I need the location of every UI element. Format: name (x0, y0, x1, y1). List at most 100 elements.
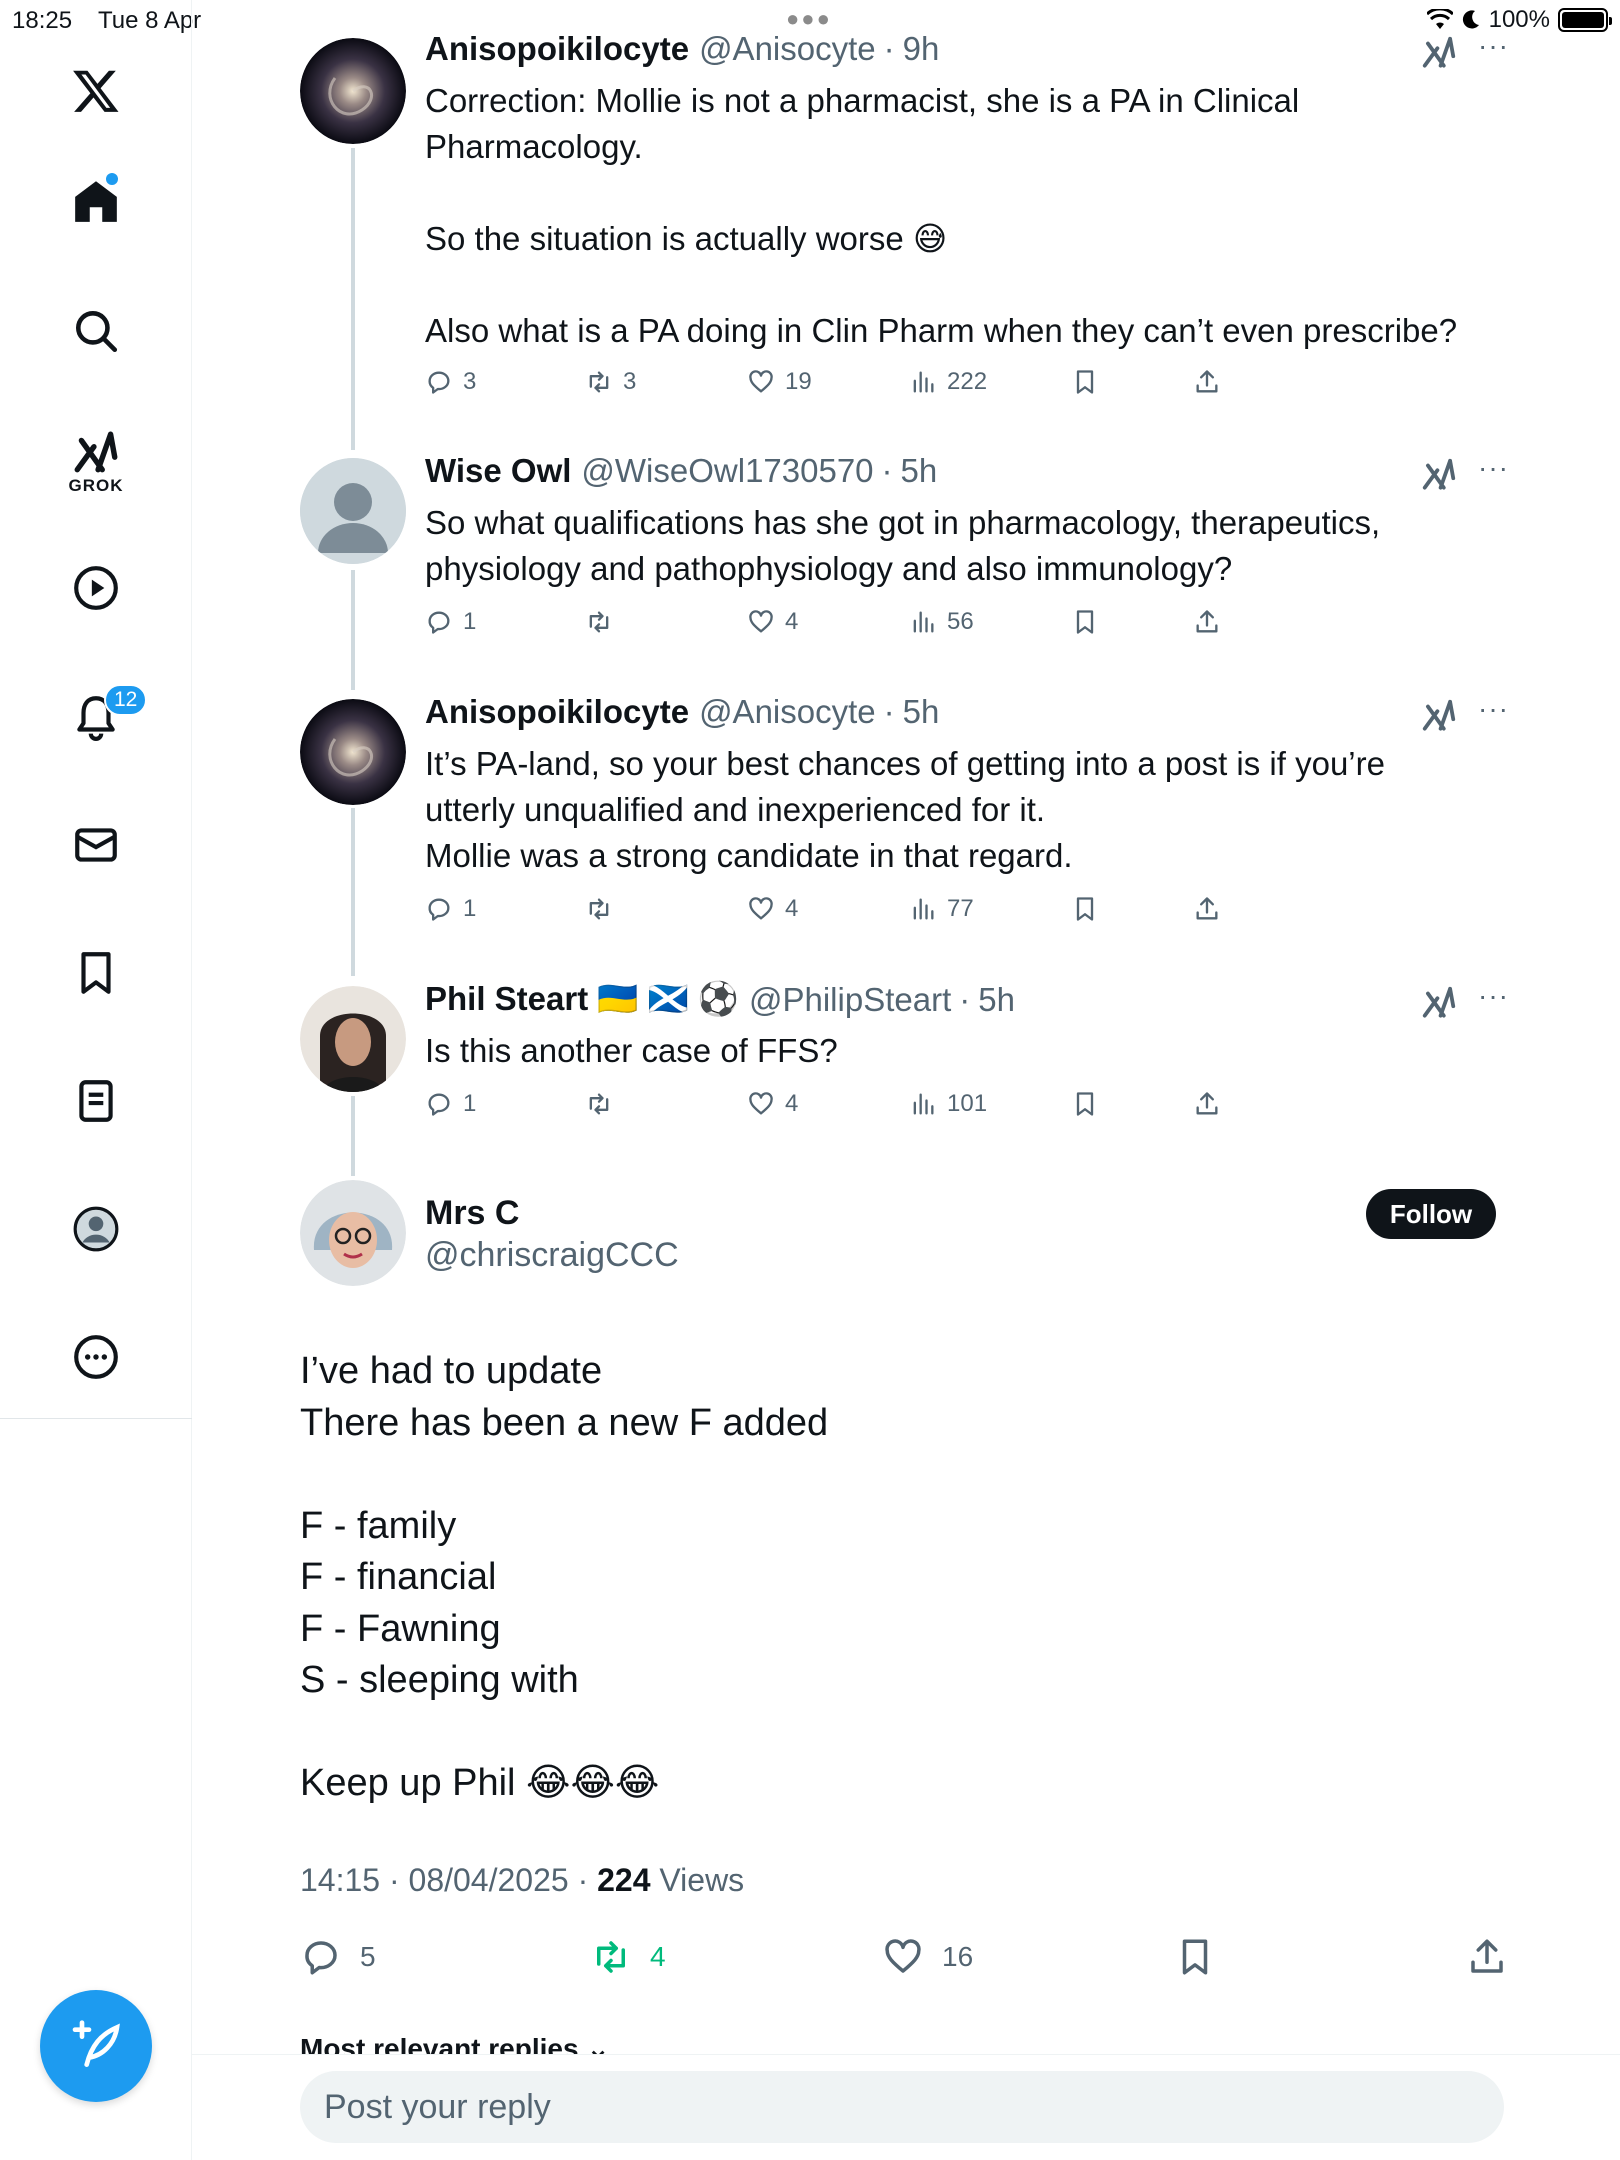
x-logo-icon[interactable] (63, 58, 129, 124)
more-options-icon[interactable]: ··· (1478, 452, 1509, 484)
bookmark-button[interactable] (1174, 1936, 1216, 1978)
action-bar: 3 3 19 222 (425, 368, 1245, 404)
views-icon (909, 368, 937, 396)
like-button[interactable]: 19 (747, 368, 812, 396)
grok-icon[interactable] (1420, 984, 1458, 1022)
repost-button[interactable]: 3 (585, 368, 636, 396)
reply-button[interactable]: 1 (425, 895, 476, 923)
timestamp[interactable]: 5h (901, 452, 938, 490)
heart-icon (747, 368, 775, 396)
grok-icon[interactable] (1420, 697, 1458, 735)
reply-tweet[interactable]: Wise Owl @WiseOwl1730570 · 5h ··· So wha… (300, 452, 1510, 652)
repost-button[interactable] (585, 608, 623, 636)
timestamp[interactable]: 5h (978, 981, 1015, 1019)
bookmark-button[interactable] (1071, 368, 1099, 396)
heart-icon (882, 1936, 924, 1978)
more-options-icon[interactable]: ··· (1478, 693, 1509, 725)
timestamp[interactable]: 5h (903, 693, 940, 731)
display-name[interactable]: Wise Owl (425, 452, 571, 490)
heart-icon (747, 895, 775, 923)
reply-count: 1 (463, 895, 477, 922)
handle[interactable]: @WiseOwl1730570 (581, 452, 873, 490)
share-button[interactable] (1193, 1090, 1221, 1118)
reply-input[interactable] (300, 2071, 1504, 2143)
share-button[interactable] (1193, 895, 1221, 923)
repost-button[interactable] (585, 895, 623, 923)
avatar[interactable] (300, 986, 406, 1092)
display-name[interactable]: Anisopoikilocyte (425, 30, 689, 68)
list-icon[interactable] (63, 1068, 129, 1134)
compose-post-button[interactable] (40, 1990, 152, 2102)
share-icon (1466, 1936, 1508, 1978)
heart-icon (747, 1090, 775, 1118)
profile-icon[interactable] (63, 1196, 129, 1262)
main-tweet-handle[interactable]: @chriscraigCCC (425, 1236, 679, 1275)
grok-icon[interactable] (1420, 34, 1458, 72)
views-button[interactable]: 56 (909, 608, 974, 636)
reply-count: 5 (360, 1941, 376, 1972)
grok-label: GROK (68, 476, 124, 495)
follow-button[interactable]: Follow (1366, 1189, 1496, 1239)
avatar[interactable] (300, 38, 406, 144)
separator-dot: · (883, 30, 895, 67)
bookmark-button[interactable] (1071, 1090, 1099, 1118)
views-button[interactable]: 101 (909, 1090, 987, 1118)
reply-button[interactable]: 1 (425, 608, 476, 636)
reply-button[interactable]: 3 (425, 368, 476, 396)
reply-count: 1 (463, 1090, 477, 1117)
main-tweet-timestamp[interactable]: 14:15 · 08/04/2025 · (300, 1862, 597, 1898)
grok-icon[interactable] (1420, 456, 1458, 494)
reply-header: Anisopoikilocyte @Anisocyte · 5h (425, 693, 939, 731)
bookmark-button[interactable] (1071, 608, 1099, 636)
views-button[interactable]: 222 (909, 368, 987, 396)
avatar[interactable] (300, 699, 406, 805)
sidebar: GROK 12 (0, 0, 192, 2160)
handle[interactable]: @Anisocyte (699, 693, 876, 731)
mail-icon[interactable] (63, 812, 129, 878)
main-tweet-action-bar: 5 4 16 (300, 1936, 1510, 1986)
share-icon (1193, 895, 1221, 923)
action-bar: 1 4 77 (425, 895, 1245, 931)
video-icon[interactable] (63, 555, 129, 621)
share-button[interactable] (1466, 1936, 1508, 1978)
handle[interactable]: @Anisocyte (699, 30, 876, 68)
repost-button[interactable]: 4 (590, 1936, 666, 1978)
main-tweet-views-count: 224 (597, 1862, 651, 1898)
avatar[interactable] (300, 458, 406, 564)
like-count: 16 (942, 1941, 974, 1972)
like-button[interactable]: 16 (882, 1936, 973, 1978)
views-button[interactable]: 77 (909, 895, 974, 923)
view-count: 56 (947, 608, 974, 635)
repost-icon (585, 1090, 613, 1118)
share-button[interactable] (1193, 368, 1221, 396)
main-tweet-avatar[interactable] (300, 1180, 406, 1286)
bookmark-icon[interactable] (63, 940, 129, 1006)
reply-button[interactable]: 1 (425, 1090, 476, 1118)
more-options-icon[interactable]: ··· (1478, 980, 1509, 1012)
share-button[interactable] (1193, 608, 1221, 636)
timestamp[interactable]: 9h (903, 30, 940, 68)
display-name[interactable]: Anisopoikilocyte (425, 693, 689, 731)
like-button[interactable]: 4 (747, 895, 798, 923)
bookmark-button[interactable] (1071, 895, 1099, 923)
home-icon[interactable] (63, 168, 129, 234)
display-name[interactable]: Phil Steart 🇺🇦 🏴󠁧󠁢󠁳󠁣󠁴󠁿 ⚽ (425, 980, 739, 1019)
reply-tweet[interactable]: Anisopoikilocyte @Anisocyte · 5h ··· It’… (300, 693, 1510, 943)
more-icon[interactable] (63, 1324, 129, 1390)
share-icon (1193, 608, 1221, 636)
multitask-dots-icon[interactable]: ●●● (786, 6, 832, 32)
repost-button[interactable] (585, 1090, 623, 1118)
more-options-icon[interactable]: ··· (1478, 30, 1509, 62)
like-button[interactable]: 4 (747, 1090, 798, 1118)
reply-text: So what qualifications has she got in ph… (425, 504, 1381, 587)
feather-plus-icon (72, 2020, 120, 2067)
repost-icon (590, 1936, 632, 1978)
reply-button[interactable]: 5 (300, 1936, 376, 1978)
reply-tweet[interactable]: Phil Steart 🇺🇦 🏴󠁧󠁢󠁳󠁣󠁴󠁿 ⚽ @PhilipSteart ·… (300, 980, 1510, 1130)
reply-sort-dropdown[interactable]: Most relevant replies ⌄ (300, 2032, 610, 2054)
search-icon[interactable] (63, 298, 129, 364)
handle[interactable]: @PhilipSteart (749, 981, 951, 1019)
main-tweet-display-name[interactable]: Mrs C (425, 1194, 519, 1233)
reply-tweet[interactable]: Anisopoikilocyte @Anisocyte · 9h ··· Cor… (300, 30, 1510, 410)
like-button[interactable]: 4 (747, 608, 798, 636)
